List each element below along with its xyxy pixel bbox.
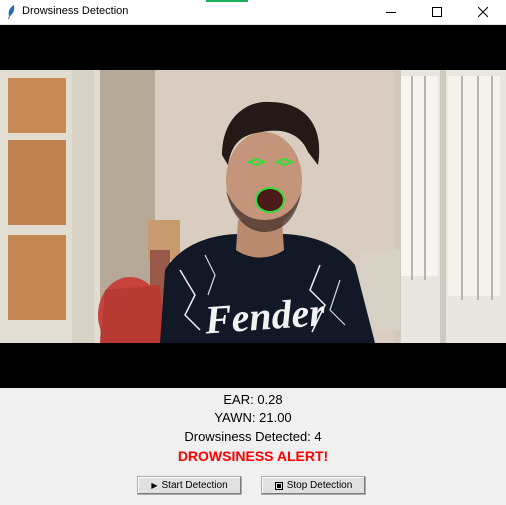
window-titlebar: Drowsiness Detection (0, 0, 506, 25)
window-title: Drowsiness Detection (22, 5, 129, 17)
maximize-button[interactable] (414, 0, 460, 24)
close-button[interactable] (460, 0, 506, 24)
start-detection-label: Start Detection (161, 480, 228, 491)
feather-icon (8, 5, 15, 19)
minimize-button[interactable] (368, 0, 414, 24)
drowsiness-alert: DROWSINESS ALERT! (177, 448, 329, 464)
svg-text:Fender: Fender (202, 289, 326, 342)
maximize-icon (432, 7, 442, 17)
camera-frame: Fender (0, 70, 506, 343)
yawn-readout: YAWN: 21.00 (214, 410, 292, 425)
video-feed: Fender (0, 25, 506, 388)
drowsiness-count-readout: Drowsiness Detected: 4 (184, 429, 322, 444)
start-detection-button[interactable]: ▶ Start Detection (137, 476, 242, 495)
play-icon: ▶ (151, 481, 158, 490)
stop-icon (274, 481, 283, 490)
ear-readout: EAR: 0.28 (223, 392, 283, 407)
close-icon (478, 7, 488, 17)
titlebar-accent-line (206, 0, 248, 2)
minimize-icon (386, 12, 396, 13)
stop-detection-label: Stop Detection (286, 480, 353, 491)
stop-detection-button[interactable]: Stop Detection (261, 476, 366, 495)
